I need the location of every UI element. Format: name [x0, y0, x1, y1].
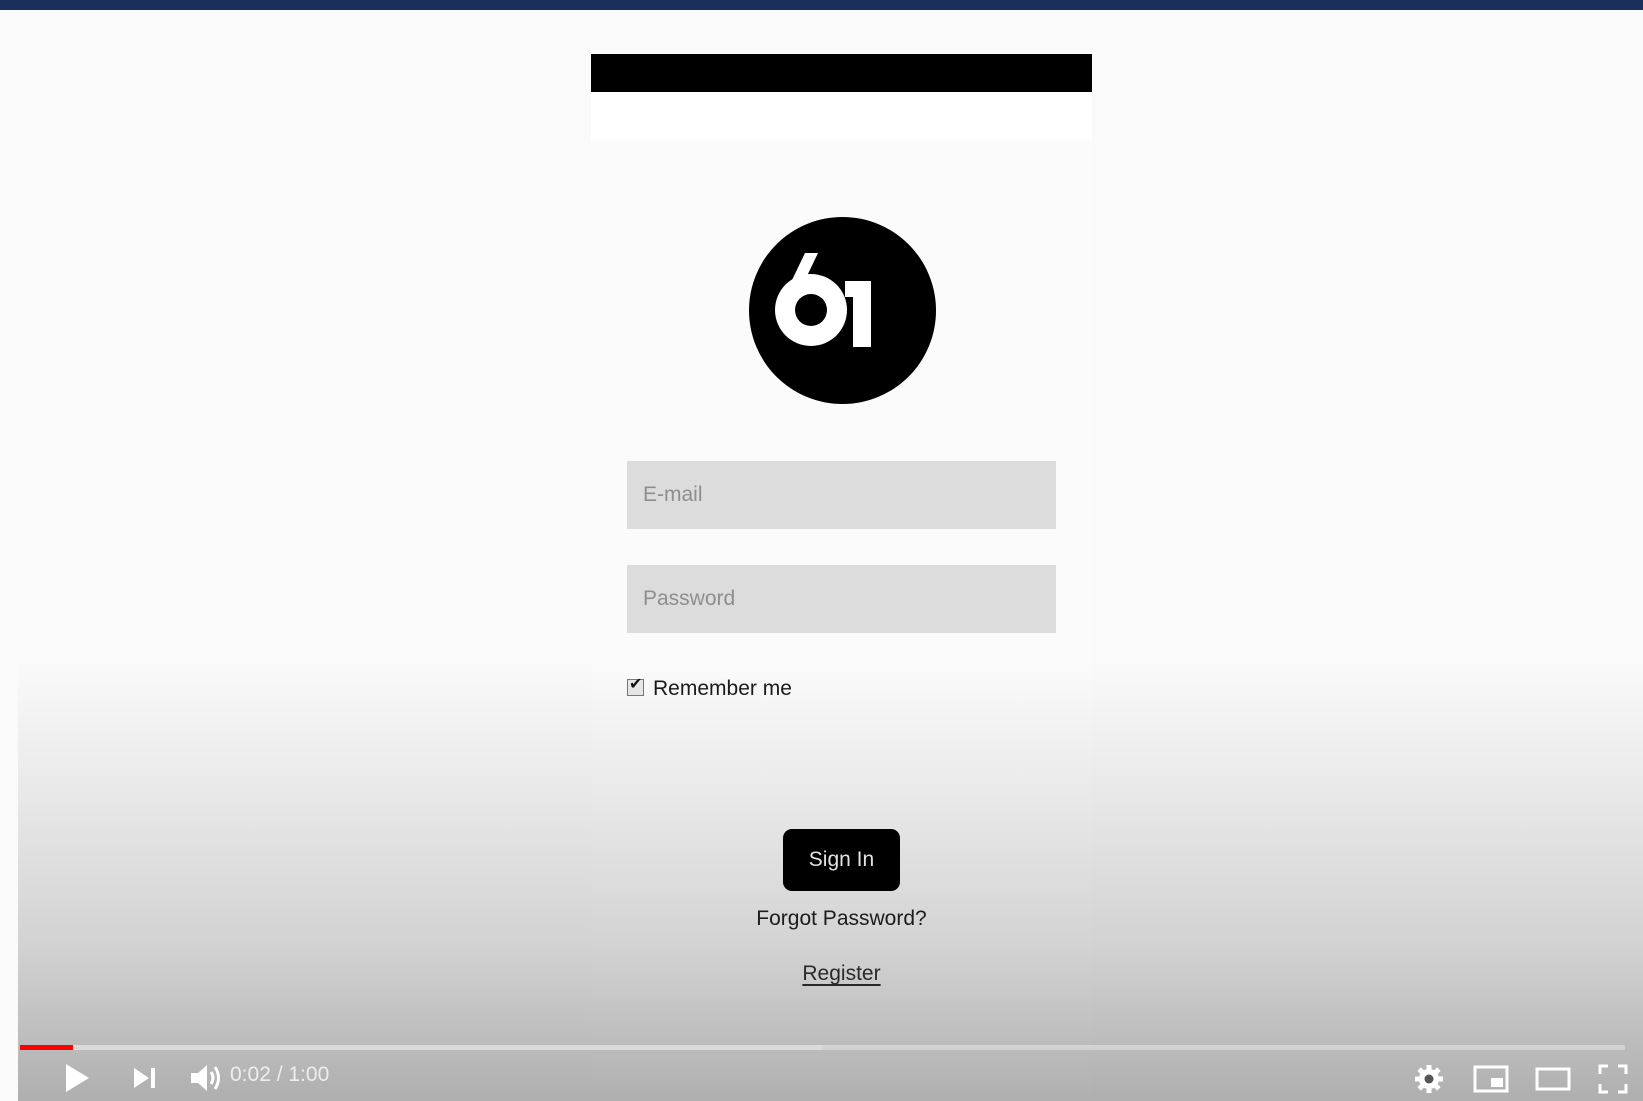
register-link[interactable]: Register [591, 962, 1092, 986]
remember-me-checkbox[interactable]: ✔ [627, 675, 644, 696]
top-bar [0, 0, 1643, 10]
checkmark-icon: ✔ [629, 675, 643, 693]
player-left-edge [0, 10, 18, 1101]
miniplayer-icon[interactable] [1472, 1063, 1510, 1095]
register-label[interactable]: Register [802, 962, 880, 985]
volume-icon[interactable] [188, 1060, 226, 1096]
forgot-password-label[interactable]: Forgot Password? [756, 907, 926, 930]
logo-61-icon [749, 217, 936, 404]
phone-screen: ✔ Remember me Sign In Forgot Password? R… [591, 54, 1092, 1101]
email-field[interactable] [627, 461, 1056, 529]
phone-app-bar [591, 92, 1092, 140]
sign-in-button[interactable]: Sign In [783, 829, 900, 891]
forgot-password-link[interactable]: Forgot Password? [591, 907, 1092, 931]
progress-buffered [20, 1045, 823, 1050]
password-field[interactable] [627, 565, 1056, 633]
time-display: 0:02 / 1:00 [230, 1063, 330, 1086]
settings-icon[interactable] [1413, 1063, 1445, 1095]
remember-me-label: Remember me [653, 677, 792, 700]
progress-played [20, 1045, 73, 1050]
next-icon[interactable] [130, 1063, 160, 1093]
theater-icon[interactable] [1534, 1065, 1572, 1093]
video-player[interactable]: ✔ Remember me Sign In Forgot Password? R… [0, 10, 1643, 1101]
fullscreen-icon[interactable] [1597, 1063, 1629, 1095]
remember-me-row[interactable]: ✔ Remember me [627, 676, 792, 702]
phone-status-bar [591, 54, 1092, 92]
play-icon[interactable] [60, 1061, 94, 1095]
progress-bar[interactable] [20, 1045, 1625, 1050]
